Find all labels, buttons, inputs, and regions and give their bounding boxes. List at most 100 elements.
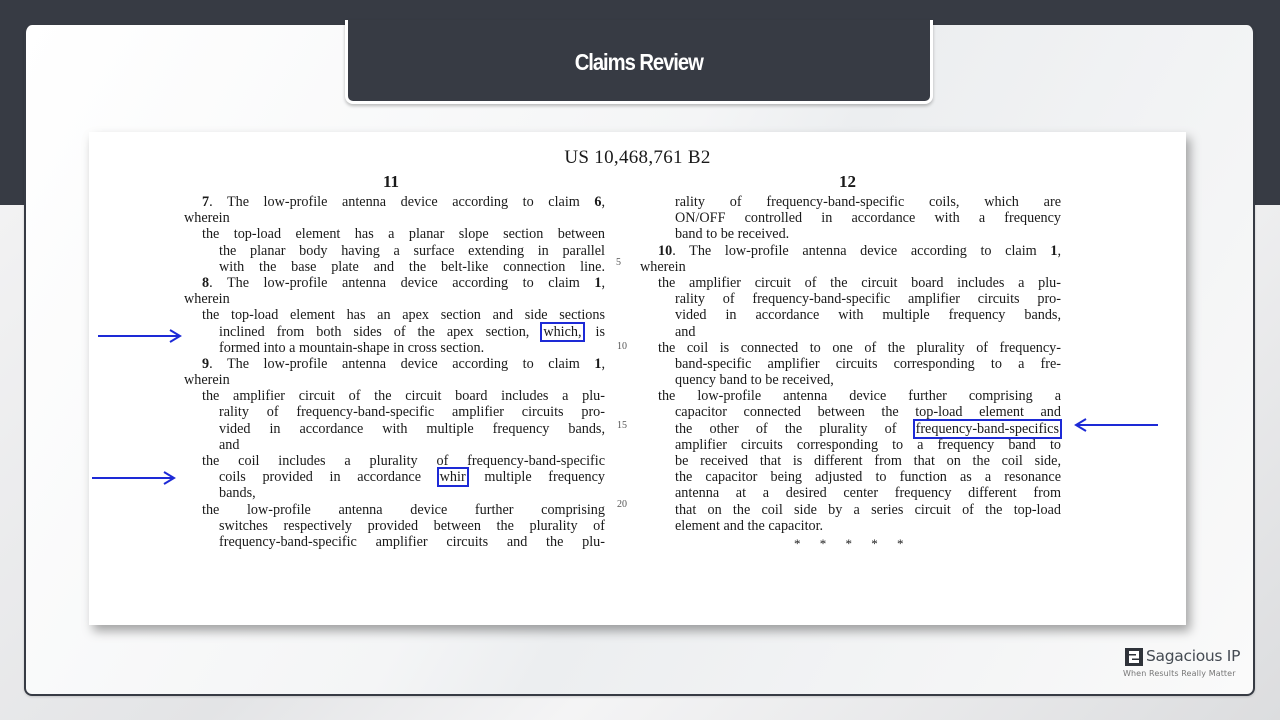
text-segment: the low-profile antenna device further c…	[202, 501, 605, 518]
text-segment: the other of the plurality of	[675, 420, 914, 437]
text-segment: that on the coil side by a series circui…	[675, 501, 1061, 518]
highlighted-error-word: whir	[436, 467, 469, 488]
claim-text-line: switches respectively provided between t…	[184, 518, 605, 534]
claim-text-line: band-specific amplifier circuits corresp…	[640, 356, 1061, 372]
claim-text-line: band to be received.	[640, 226, 1061, 242]
claim-text-line: the low-profile antenna device further c…	[184, 502, 605, 518]
text-segment: the top-load element has a planar slope …	[202, 226, 605, 243]
column-number-right: 12	[839, 172, 856, 191]
text-segment: coils provided in accordance	[219, 469, 438, 486]
highlighted-error-word: which,	[540, 321, 585, 342]
text-segment: wherein	[184, 291, 230, 308]
text-segment: . The low-profile antenna device accordi…	[672, 242, 1051, 259]
claim-text-line: wherein	[184, 372, 605, 388]
text-segment: frequency-band-specific amplifier circui…	[219, 533, 605, 550]
claim-text-line: and	[184, 437, 605, 453]
line-number: 15	[617, 420, 627, 431]
slide-title: Claims Review	[574, 49, 704, 75]
claim-text-line: that on the coil side by a series circui…	[640, 502, 1061, 518]
claim-text-line: vided in accordance with multiple freque…	[640, 307, 1061, 323]
text-segment: rality of frequency-band-specific amplif…	[675, 291, 1061, 308]
arrow-right-icon	[98, 329, 182, 343]
text-segment: switches respectively provided between t…	[219, 517, 605, 534]
claim-text-line: amplifier circuits corresponding to a fr…	[640, 437, 1061, 453]
column-number-left: 11	[383, 172, 400, 191]
claim-text-line: and	[640, 324, 1061, 340]
claim-number: 10	[658, 242, 673, 259]
sagacious-s-logo-icon	[1125, 648, 1143, 666]
claim-text-line: ON/OFF controlled in accordance with a f…	[640, 210, 1061, 226]
text-segment: the planar body having a surface extendi…	[219, 242, 605, 259]
text-segment: wherein	[184, 210, 230, 227]
claim-text-line: element and the capacitor.	[640, 518, 1061, 534]
arrow-right-icon	[92, 471, 176, 485]
claim-text-line: frequency-band-specific amplifier circui…	[184, 534, 605, 550]
claim-text-line: antenna at a desired center frequency di…	[640, 485, 1061, 501]
claim-text-line: rality of frequency-band-specific amplif…	[184, 404, 605, 420]
brand-tagline: When Results Really Matter	[1123, 669, 1236, 678]
claim-text-line: the amplifier circuit of the circuit boa…	[184, 388, 605, 404]
claim-text-line: the amplifier circuit of the circuit boa…	[640, 275, 1061, 291]
text-segment: be received that is different from that …	[675, 453, 1061, 469]
text-segment: vided in accordance with multiple freque…	[219, 420, 605, 437]
line-number: 5	[616, 257, 621, 268]
text-segment: ,	[601, 274, 605, 291]
text-segment: inclined from both sides of the apex sec…	[219, 323, 542, 340]
text-segment: and	[219, 436, 240, 453]
arrow-left-icon	[1074, 418, 1158, 432]
text-segment: ON/OFF controlled in accordance with a f…	[675, 210, 1061, 227]
patent-page-excerpt: US 10,468,761 B2 11 12 7. The low-profil…	[89, 132, 1186, 625]
claim-text-line: the coil includes a plurality of frequen…	[184, 453, 605, 469]
claim-text-line: with the base plate and the belt-like co…	[184, 259, 605, 275]
text-segment: amplifier circuits corresponding to a fr…	[675, 436, 1061, 453]
claim-text-line: formed into a mountain-shape in cross se…	[184, 340, 605, 356]
text-segment: . The low-profile antenna device accordi…	[209, 194, 595, 210]
claim-text-line: the low-profile antenna device further c…	[640, 388, 1061, 404]
text-segment: is	[583, 323, 605, 340]
text-segment: quency band to be received,	[675, 372, 834, 389]
claim-text-line: the planar body having a surface extendi…	[184, 243, 605, 259]
claim-text-line: the coil is connected to one of the plur…	[640, 340, 1061, 356]
claim-text-line: 8. The low-profile antenna device accord…	[184, 275, 605, 291]
text-segment: rality of frequency-band-specific coils,…	[675, 194, 1061, 210]
text-segment: element and the capacitor.	[675, 517, 824, 534]
claim-text-line: coils provided in accordance whir multip…	[184, 467, 605, 488]
claim-text-line: 9. The low-profile antenna device accord…	[184, 356, 605, 372]
title-tab: Claims Review	[345, 20, 933, 104]
text-segment: ,	[601, 355, 605, 372]
text-segment: band to be received.	[675, 226, 790, 243]
text-segment: the coil includes a plurality of frequen…	[202, 453, 605, 469]
claim-text-line: rality of frequency-band-specific coils,…	[640, 194, 1061, 210]
claim-text-line: 7. The low-profile antenna device accord…	[184, 194, 605, 210]
text-segment: wherein	[184, 372, 230, 389]
text-segment: the amplifier circuit of the circuit boa…	[202, 388, 605, 405]
line-number: 10	[617, 341, 627, 352]
patent-number: US 10,468,761 B2	[564, 147, 711, 168]
claims-column-left: 7. The low-profile antenna device accord…	[184, 194, 605, 550]
claim-text-line: vided in accordance with multiple freque…	[184, 421, 605, 437]
text-segment: with the base plate and the belt-like co…	[219, 258, 605, 275]
claim-text-line: wherein	[184, 291, 605, 307]
claim-text-line: the other of the plurality of frequency-…	[640, 418, 1062, 439]
claims-column-right: rality of frequency-band-specific coils,…	[640, 194, 1062, 534]
text-segment: ,	[1057, 242, 1061, 259]
text-segment: rality of frequency-band-specific amplif…	[219, 404, 605, 421]
claim-text-line: the capacitor being adjusted to function…	[640, 469, 1061, 485]
text-segment: formed into a mountain-shape in cross se…	[219, 339, 485, 356]
claim-text-line: inclined from both sides of the apex sec…	[184, 321, 605, 342]
text-segment: the low-profile antenna device further c…	[658, 388, 1061, 405]
text-segment: wherein	[640, 258, 686, 275]
text-segment: the top-load element has an apex section…	[202, 307, 605, 324]
text-segment: band-specific amplifier circuits corresp…	[675, 355, 1061, 372]
claim-text-line: bands,	[184, 485, 605, 501]
highlighted-error-word: frequency-band-specifics	[912, 418, 1062, 439]
claim-text-line: wherein	[640, 259, 1061, 275]
brand-logo: Sagacious IP When Results Really Matter	[1122, 647, 1247, 683]
text-segment: bands,	[219, 485, 256, 502]
text-segment: the coil is connected to one of the plur…	[658, 339, 1061, 356]
claim-text-line: quency band to be received,	[640, 372, 1061, 388]
text-segment: multiple frequency	[467, 469, 605, 486]
text-segment: and	[675, 323, 696, 340]
text-segment: vided in accordance with multiple freque…	[675, 307, 1061, 324]
text-segment: . The low-profile antenna device accordi…	[209, 355, 595, 372]
